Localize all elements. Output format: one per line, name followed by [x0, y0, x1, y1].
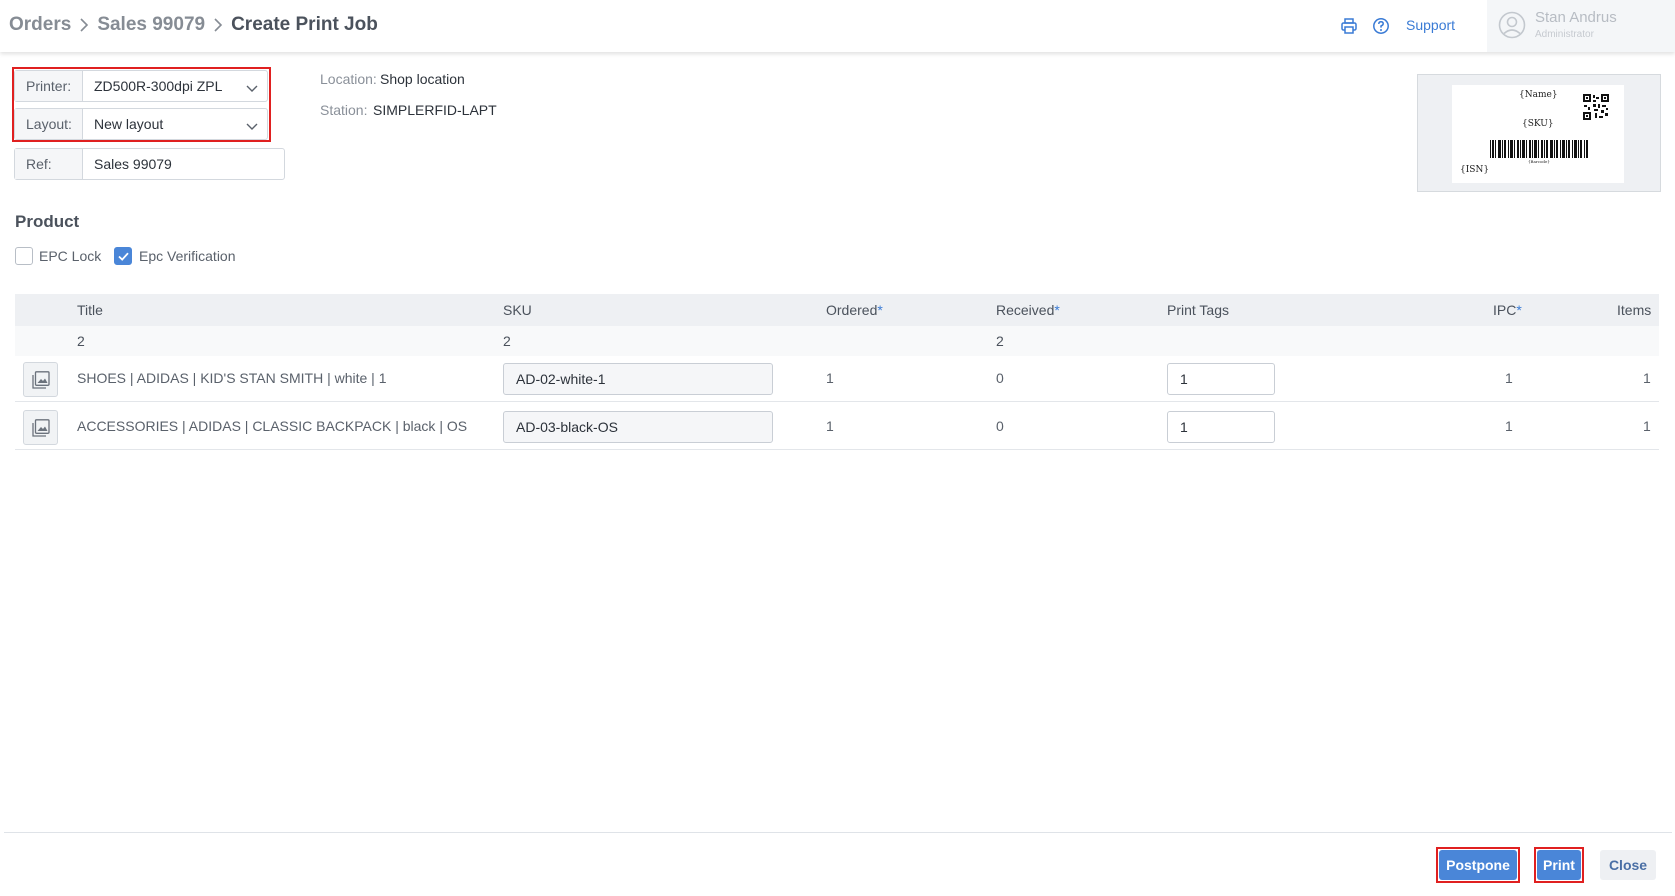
- print-tags-input[interactable]: 1: [1167, 363, 1275, 395]
- top-header: Orders Sales 99079 Create Print Job Supp…: [0, 0, 1675, 52]
- sku-input[interactable]: AD-03-black-OS: [503, 411, 773, 443]
- items-value: 1: [1643, 370, 1651, 386]
- table-row: ACCESSORIES | ADIDAS | CLASSIC BACKPACK …: [15, 404, 1659, 450]
- column-header-sku[interactable]: SKU: [503, 302, 532, 318]
- received-value: 0: [996, 370, 1004, 386]
- close-button[interactable]: Close: [1600, 850, 1656, 880]
- summary-received-count: 2: [996, 333, 1004, 349]
- table-header: Title SKU Ordered* Received* Print Tags …: [15, 294, 1659, 326]
- user-name: Stan Andrus: [1535, 9, 1617, 26]
- ipc-value: 1: [1505, 418, 1513, 434]
- column-header-items[interactable]: Items: [1617, 302, 1651, 318]
- epc-lock-checkbox[interactable]: [15, 247, 33, 265]
- ref-input[interactable]: Sales 99079: [83, 149, 284, 179]
- user-role: Administrator: [1535, 29, 1594, 40]
- checkmark-icon: [118, 252, 129, 261]
- highlight-outline: [12, 67, 271, 142]
- epc-verification-checkbox[interactable]: [114, 247, 132, 265]
- label-sku-field: {SKU}: [1522, 119, 1554, 129]
- label-name-field: {Name}: [1519, 90, 1558, 100]
- label-preview-card: {Name} {SKU} {ISN} {Barcode}: [1452, 85, 1624, 183]
- required-marker: *: [1054, 302, 1060, 318]
- ordered-value: 1: [826, 370, 834, 386]
- ref-field[interactable]: Ref: Sales 99079: [14, 148, 285, 180]
- breadcrumb-orders[interactable]: Orders: [9, 14, 71, 36]
- required-marker: *: [1516, 302, 1522, 318]
- column-header-ordered[interactable]: Ordered*: [826, 302, 883, 318]
- qr-code-icon: [1583, 94, 1609, 120]
- epc-verification-label[interactable]: Epc Verification: [139, 248, 236, 264]
- table-summary-row: 2 2 2: [15, 326, 1659, 356]
- breadcrumb: Orders Sales 99079 Create Print Job: [9, 14, 378, 36]
- location-label: Location:: [320, 71, 377, 87]
- image-icon: [32, 371, 50, 389]
- sku-input[interactable]: AD-02-white-1: [503, 363, 773, 395]
- help-icon[interactable]: [1372, 17, 1390, 35]
- highlight-outline: [1534, 847, 1584, 883]
- items-value: 1: [1643, 418, 1651, 434]
- summary-title-count: 2: [77, 333, 85, 349]
- column-header-print-tags[interactable]: Print Tags: [1167, 302, 1229, 318]
- product-section-title: Product: [15, 212, 80, 231]
- station-value: SIMPLERFID-LAPT: [373, 102, 497, 118]
- main-content: Printer: ZD500R-300dpi ZPL Layout: New l…: [4, 52, 1672, 832]
- column-header-ipc[interactable]: IPC*: [1493, 302, 1522, 318]
- label-preview: {Name} {SKU} {ISN} {Barcode}: [1417, 74, 1661, 192]
- user-menu[interactable]: Stan Andrus Administrator: [1487, 0, 1675, 52]
- table-row: SHOES | ADIDAS | KID'S STAN SMITH | whit…: [15, 356, 1659, 402]
- support-link[interactable]: Support: [1406, 17, 1455, 33]
- chevron-right-icon: [71, 18, 97, 32]
- print-tags-input[interactable]: 1: [1167, 411, 1275, 443]
- ordered-value: 1: [826, 418, 834, 434]
- ipc-value: 1: [1505, 370, 1513, 386]
- product-title: ACCESSORIES | ADIDAS | CLASSIC BACKPACK …: [77, 418, 468, 434]
- summary-sku-count: 2: [503, 333, 511, 349]
- page-title: Create Print Job: [231, 14, 378, 35]
- footer-actions: Postpone Print Close: [4, 832, 1672, 896]
- barcode-icon: [1490, 140, 1588, 158]
- chevron-right-icon: [205, 18, 231, 32]
- user-icon: [1498, 11, 1526, 39]
- label-barcode-caption: {Barcode}: [1528, 159, 1550, 164]
- product-title: SHOES | ADIDAS | KID'S STAN SMITH | whit…: [77, 370, 387, 386]
- image-icon: [32, 419, 50, 437]
- product-image-placeholder[interactable]: [23, 362, 58, 397]
- epc-lock-label[interactable]: EPC Lock: [39, 248, 101, 264]
- column-header-received[interactable]: Received*: [996, 302, 1060, 318]
- received-value: 0: [996, 418, 1004, 434]
- breadcrumb-sales-order[interactable]: Sales 99079: [97, 14, 205, 36]
- highlight-outline: [1436, 847, 1520, 883]
- column-header-title[interactable]: Title: [77, 302, 103, 318]
- location-value: Shop location: [380, 71, 465, 87]
- ref-label: Ref:: [15, 149, 83, 179]
- station-label: Station:: [320, 102, 368, 118]
- label-isn-field: {ISN}: [1460, 165, 1490, 175]
- printer-icon[interactable]: [1340, 17, 1358, 35]
- required-marker: *: [877, 302, 883, 318]
- product-image-placeholder[interactable]: [23, 410, 58, 445]
